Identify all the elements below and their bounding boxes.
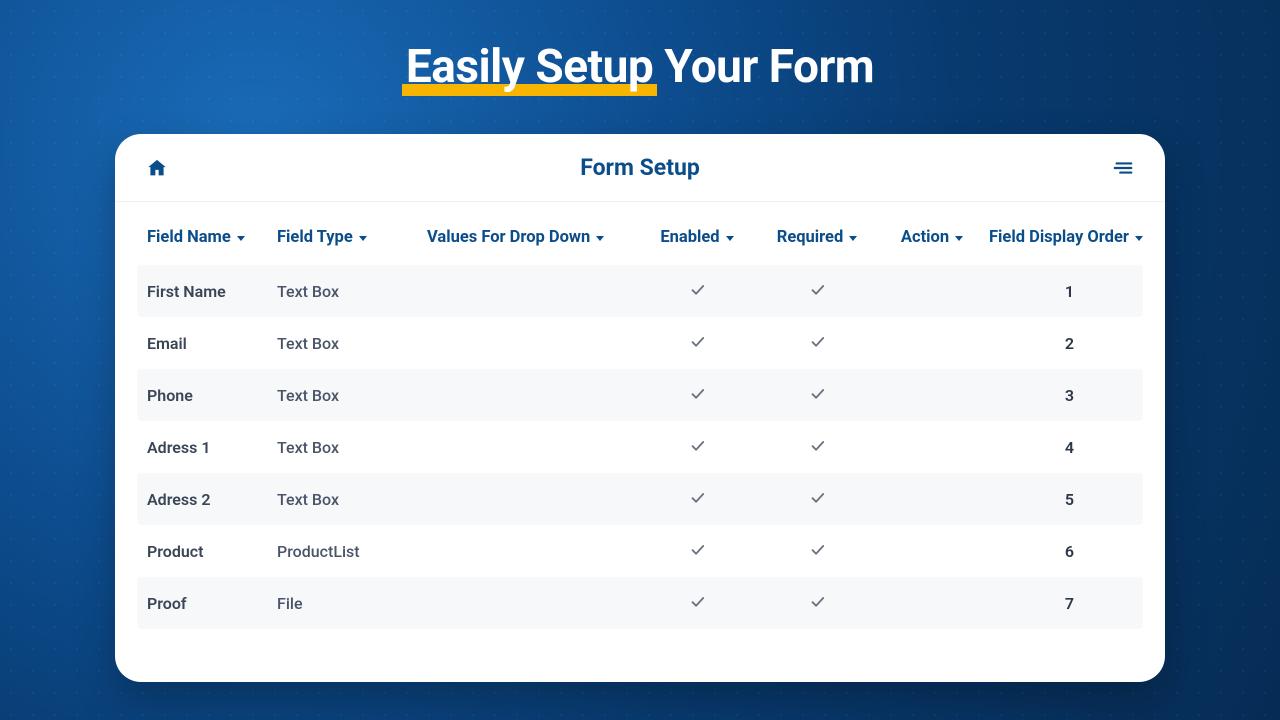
- cell-field-name: Proof: [147, 594, 277, 613]
- col-enabled[interactable]: Enabled: [637, 228, 757, 247]
- cell-field-type: Text Box: [277, 334, 427, 353]
- menu-icon[interactable]: [1109, 157, 1137, 179]
- cell-required: [757, 385, 877, 406]
- cell-enabled: [637, 385, 757, 406]
- cell-order: 7: [987, 594, 1152, 613]
- fields-table: Field Name Field Type Values For Drop Do…: [115, 202, 1165, 639]
- cell-required: [757, 489, 877, 510]
- cell-required: [757, 437, 877, 458]
- card-title: Form Setup: [171, 154, 1109, 181]
- cell-field-name: Product: [147, 542, 277, 561]
- cell-order: 2: [987, 334, 1152, 353]
- caret-down-icon: [596, 236, 604, 241]
- check-icon: [689, 437, 706, 458]
- cell-field-type: File: [277, 594, 427, 613]
- cell-required: [757, 541, 877, 562]
- cell-field-name: First Name: [147, 282, 277, 301]
- check-icon: [809, 489, 826, 510]
- check-icon: [809, 593, 826, 614]
- caret-down-icon: [237, 236, 245, 241]
- check-icon: [689, 593, 706, 614]
- caret-down-icon: [726, 236, 734, 241]
- cell-field-type: Text Box: [277, 490, 427, 509]
- check-icon: [809, 281, 826, 302]
- cell-field-name: Adress 1: [147, 438, 277, 457]
- col-field-name-label: Field Name: [147, 228, 231, 247]
- check-icon: [689, 541, 706, 562]
- cell-enabled: [637, 333, 757, 354]
- cell-field-name: Email: [147, 334, 277, 353]
- table-row: ProductProductList6: [137, 525, 1143, 577]
- cell-order: 1: [987, 282, 1152, 301]
- cell-enabled: [637, 593, 757, 614]
- home-icon[interactable]: [143, 157, 171, 179]
- cell-enabled: [637, 489, 757, 510]
- table-row: EmailText Box2: [137, 317, 1143, 369]
- check-icon: [809, 333, 826, 354]
- form-setup-card: Form Setup Field Name Field Type Values …: [115, 134, 1165, 682]
- col-values-label: Values For Drop Down: [427, 228, 590, 247]
- cell-required: [757, 281, 877, 302]
- cell-required: [757, 593, 877, 614]
- caret-down-icon: [955, 236, 963, 241]
- col-action-label: Action: [901, 228, 949, 247]
- table-row: Adress 2Text Box5: [137, 473, 1143, 525]
- cell-enabled: [637, 437, 757, 458]
- col-field-name[interactable]: Field Name: [147, 228, 277, 247]
- check-icon: [809, 437, 826, 458]
- headline-rest: Your Form: [653, 40, 874, 94]
- cell-enabled: [637, 281, 757, 302]
- table-row: ProofFile7: [137, 577, 1143, 629]
- headline-highlight: Easily Setup: [406, 40, 653, 94]
- table-row: Adress 1Text Box4: [137, 421, 1143, 473]
- table-header-row: Field Name Field Type Values For Drop Do…: [137, 220, 1143, 265]
- check-icon: [689, 281, 706, 302]
- check-icon: [689, 333, 706, 354]
- col-order-label: Field Display Order: [989, 228, 1129, 247]
- check-icon: [689, 489, 706, 510]
- cell-required: [757, 333, 877, 354]
- col-values[interactable]: Values For Drop Down: [427, 228, 637, 247]
- col-order[interactable]: Field Display Order: [987, 228, 1152, 247]
- cell-order: 4: [987, 438, 1152, 457]
- col-field-type[interactable]: Field Type: [277, 228, 427, 247]
- cell-field-type: ProductList: [277, 542, 427, 561]
- cell-order: 3: [987, 386, 1152, 405]
- table-body: First NameText Box1EmailText Box2PhoneTe…: [137, 265, 1143, 629]
- caret-down-icon: [1135, 236, 1143, 241]
- cell-field-name: Phone: [147, 386, 277, 405]
- cell-enabled: [637, 541, 757, 562]
- check-icon: [689, 385, 706, 406]
- cell-field-name: Adress 2: [147, 490, 277, 509]
- caret-down-icon: [849, 236, 857, 241]
- table-row: First NameText Box1: [137, 265, 1143, 317]
- check-icon: [809, 385, 826, 406]
- col-required[interactable]: Required: [757, 228, 877, 247]
- cell-field-type: Text Box: [277, 386, 427, 405]
- col-field-type-label: Field Type: [277, 228, 353, 247]
- cell-order: 5: [987, 490, 1152, 509]
- col-action[interactable]: Action: [877, 228, 987, 247]
- col-required-label: Required: [777, 228, 843, 247]
- card-header: Form Setup: [115, 134, 1165, 202]
- page-headline: Easily Setup Your Form: [0, 40, 1280, 94]
- caret-down-icon: [359, 236, 367, 241]
- col-enabled-label: Enabled: [660, 228, 719, 247]
- check-icon: [809, 541, 826, 562]
- cell-field-type: Text Box: [277, 282, 427, 301]
- table-row: PhoneText Box3: [137, 369, 1143, 421]
- cell-order: 6: [987, 542, 1152, 561]
- cell-field-type: Text Box: [277, 438, 427, 457]
